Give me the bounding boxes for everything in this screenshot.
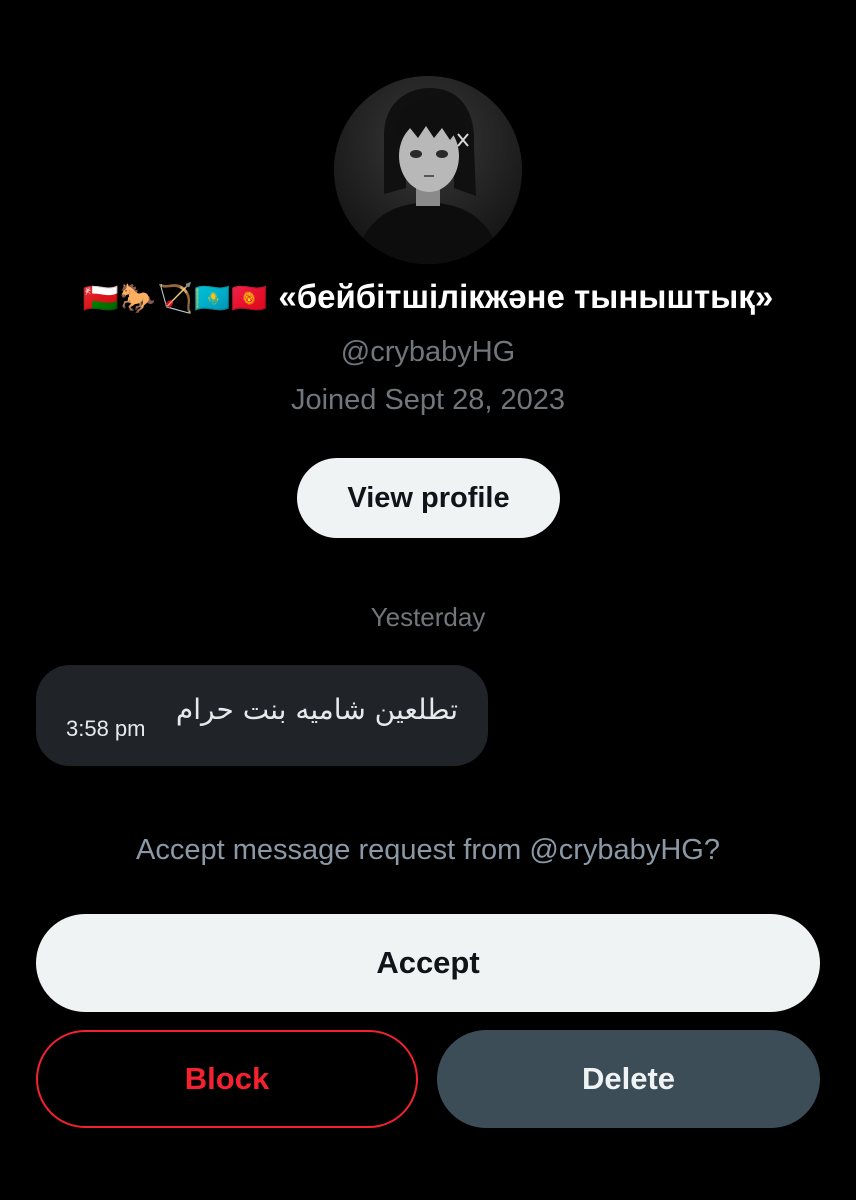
message-bubble[interactable]: 3:58 pm تطلعين شاميه بنت حرام	[36, 665, 488, 766]
message-request-prompt: Accept message request from @crybabyHG?	[136, 834, 720, 866]
message-text: تطلعين شاميه بنت حرام	[175, 693, 458, 726]
block-button[interactable]: Block	[36, 1030, 418, 1128]
profile-avatar[interactable]	[334, 76, 522, 264]
display-name-emoji-flags: 🇴🇲🐎🏹🇰🇿🇰🇬	[82, 283, 269, 315]
profile-joined-date: Joined Sept 28, 2023	[290, 384, 566, 416]
day-divider: Yesterday	[370, 602, 486, 632]
display-name-text: «бейбітшілікжәне тыныштық»	[278, 278, 774, 315]
profile-display-name: 🇴🇲🐎🏹🇰🇿🇰🇬 «бейбітшілікжәне тыныштық»	[0, 278, 856, 316]
accept-button[interactable]: Accept	[36, 914, 820, 1012]
profile-handle: @crybabyHG	[340, 336, 516, 368]
anime-girl-avatar-icon	[334, 76, 522, 264]
message-timestamp: 3:58 pm	[66, 716, 146, 741]
view-profile-button[interactable]: View profile	[297, 458, 560, 538]
delete-button[interactable]: Delete	[437, 1030, 820, 1128]
